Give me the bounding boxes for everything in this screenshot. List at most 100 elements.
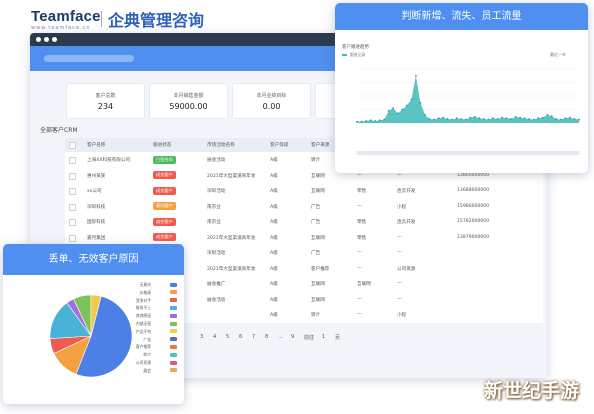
table-cell: A级 (270, 158, 278, 163)
table-cell: 13879000000 (457, 234, 490, 240)
column-header[interactable]: 客户等级 (270, 142, 288, 148)
table-cell: 广告 (311, 220, 321, 225)
row-checkbox[interactable] (69, 234, 76, 242)
pie-legend-swatch (170, 344, 177, 349)
table-cell: 深圳活动 (207, 251, 226, 256)
column-header[interactable]: 跟进状态 (153, 142, 171, 148)
pie-legend-label[interactable]: 竞争对手 (136, 298, 151, 304)
page-item[interactable]: 5 (226, 334, 229, 340)
trend-point (496, 118, 499, 120)
table-cell: 深圳科技 (87, 204, 106, 210)
row-checkbox[interactable] (69, 203, 76, 211)
table-cell: A级 (270, 220, 278, 225)
status-badge: 成交客户 (153, 233, 176, 241)
row-checkbox[interactable] (69, 157, 76, 164)
table-cell: — (357, 296, 362, 302)
stat-card: 本月销售金额 59000.00 (149, 83, 228, 119)
table-cell: — (397, 281, 402, 286)
trend-point (560, 118, 562, 121)
teamface-logo: Teamface (31, 8, 101, 25)
pie-legend-label[interactable]: 联系不上 (136, 305, 151, 311)
row-checkbox[interactable] (69, 219, 76, 226)
table-cell: 互联网 (311, 173, 325, 179)
page-item[interactable]: 1 (322, 334, 325, 340)
brand-divider (101, 11, 102, 27)
table-cell: 15782000000 (457, 219, 490, 224)
table-row[interactable]: 国际科技 南京业 A级 广告 零售 连云开发 15782000000 成交客户 (65, 214, 543, 231)
pie-legend-swatch (170, 352, 177, 357)
table-row[interactable]: 深圳科技 南京业 A级 广告 — 小程 15986000000 意向客户 (65, 198, 543, 215)
trend-point (537, 117, 540, 120)
page-item[interactable]: 9 (291, 334, 294, 340)
table-cell: 15986000000 (457, 203, 490, 209)
trend-point (550, 115, 553, 118)
table-cell: 零售 (357, 189, 367, 194)
pie-legend-label[interactable]: 转介 (143, 352, 151, 358)
trend-panel-title: 判断新增、流失、员工流量 (335, 3, 588, 30)
trend-panel: 判断新增、流失、员工流量 客户跟进趋势 跟进记录 最近一年 (335, 3, 588, 173)
pie-legend-swatch (170, 368, 177, 373)
pie-legend-label[interactable]: 内部无权 (136, 321, 151, 327)
pie-legend-label[interactable]: 广告 (143, 337, 151, 343)
table-cell: — (397, 172, 402, 178)
page-item[interactable]: 页 (335, 334, 340, 341)
page-item[interactable]: 4 (213, 334, 216, 340)
table-cell: 上海XX科技有限公司 (87, 158, 131, 163)
trend-point (569, 116, 571, 119)
trend-area-series (357, 75, 579, 123)
brand-title: 企典管理咨询 (108, 11, 205, 30)
trend-point (401, 108, 404, 111)
logo-subtitle: www.teamface.cn (31, 25, 91, 31)
table-cell: — (357, 250, 362, 255)
table-row[interactable]: xx公司 深圳活动 A级 互联网 零售 连云开发 13688000000 成交客户 (65, 183, 543, 200)
pie-legend-label[interactable]: 展会 (143, 368, 151, 374)
select-all-checkbox[interactable] (69, 142, 76, 149)
table-cell: 嘉月集团 (87, 235, 106, 241)
trend-point (546, 114, 549, 116)
pie-legend-label[interactable]: 公司资源 (136, 360, 151, 366)
page-item[interactable]: 8 (265, 334, 268, 340)
column-header[interactable]: 市场活动名称 (207, 142, 235, 148)
stat-label: 本月销售金额 (173, 93, 204, 99)
trend-point (378, 119, 381, 122)
table-cell: — (357, 312, 362, 317)
page-item[interactable]: … (278, 334, 283, 340)
table-cell: A级 (270, 266, 278, 272)
row-checkbox[interactable] (69, 188, 76, 195)
trend-point (356, 120, 358, 123)
page-item[interactable]: 7 (252, 334, 255, 340)
pie-legend-swatch (170, 321, 177, 326)
table-cell: A级 (270, 297, 278, 303)
table-cell: 深圳活动 (207, 189, 226, 194)
pie-legend-swatch (170, 313, 177, 318)
trend-range-select[interactable]: 最近一年 (550, 52, 566, 58)
pie-legend-label[interactable]: 价格高 (140, 290, 151, 296)
table-cell: 国际科技 (87, 220, 106, 225)
trend-point (578, 118, 580, 121)
trend-point (387, 110, 390, 112)
header-search-bar[interactable] (44, 55, 134, 62)
page-item[interactable]: 前往 (304, 334, 314, 341)
pie-legend-label[interactable]: 客户推荐 (136, 344, 151, 350)
pie-legend-label[interactable]: 产品不符 (136, 329, 151, 335)
trend-point (460, 118, 463, 120)
table-cell: 连云开发 (397, 189, 416, 194)
column-header[interactable]: 客户来源 (311, 142, 329, 148)
page-item[interactable]: 6 (239, 334, 242, 340)
pie-legend-swatch (170, 360, 177, 365)
stat-value: 0.00 (262, 102, 281, 111)
column-header[interactable]: 客户名称 (87, 142, 105, 148)
trend-point (528, 118, 531, 120)
trend-point (573, 118, 576, 120)
pie-legend-label[interactable]: 其他原因 (136, 313, 151, 319)
trend-point (360, 120, 363, 123)
trend-point (514, 116, 517, 118)
page-item[interactable]: 3 (200, 334, 203, 340)
row-checkbox[interactable] (69, 172, 76, 180)
table-cell: — (357, 265, 362, 271)
trend-point (478, 117, 481, 120)
trend-point (510, 118, 512, 120)
stat-card: 本月业绩目标 0.00 (232, 83, 311, 119)
pie-legend-label[interactable]: 无意向 (140, 282, 151, 288)
status-badge: 成交客户 (153, 186, 176, 195)
